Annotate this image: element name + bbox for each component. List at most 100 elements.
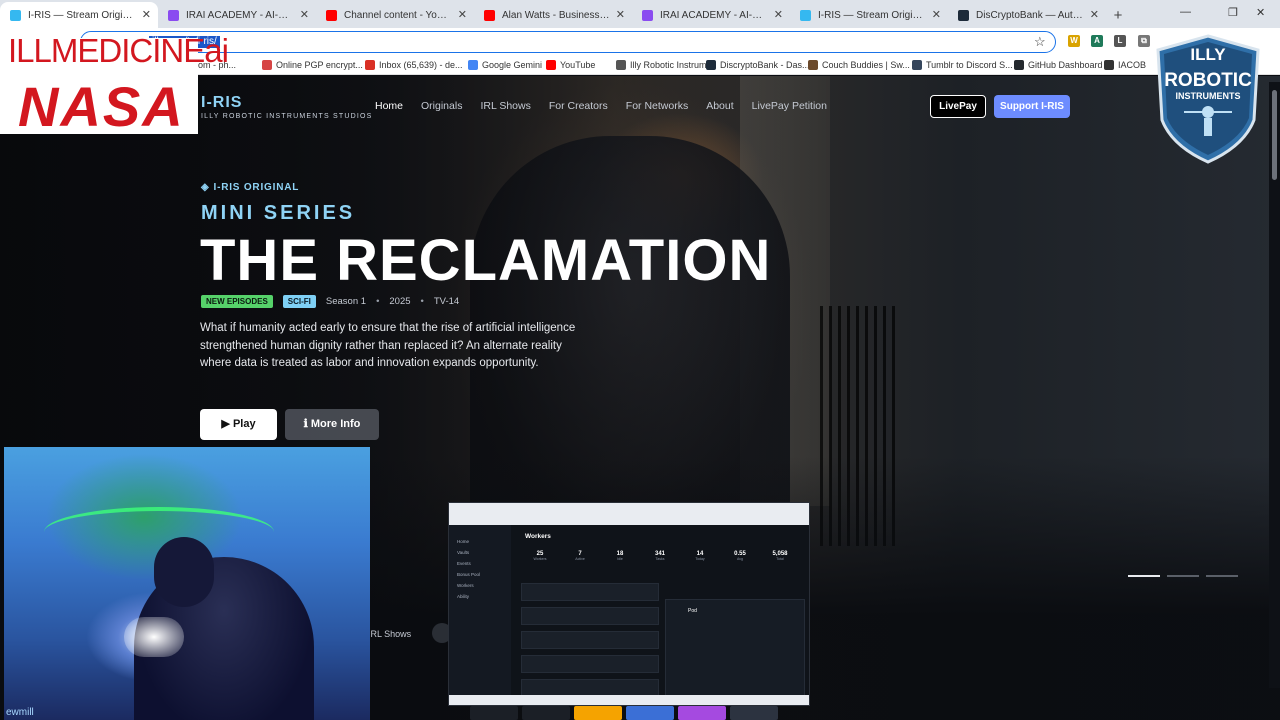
more-info-button[interactable]: ℹ More Info: [285, 409, 379, 440]
scrollbar-thumb[interactable]: [1272, 90, 1277, 180]
slide-indicator[interactable]: [1206, 575, 1238, 577]
tab-close-icon[interactable]: ✕: [616, 8, 625, 21]
badge-logo-bottom: INSTRUMENTS: [1176, 91, 1241, 101]
tab-favicon-icon: [326, 10, 337, 21]
thumb-title: Workers: [525, 533, 551, 540]
hero-description: What if humanity acted early to ensure t…: [200, 322, 576, 369]
site-brand[interactable]: I-RIS ILLY ROBOTIC INSTRUMENTS STUDIOS: [201, 94, 373, 120]
restore-icon[interactable]: ❐: [1228, 6, 1238, 19]
extension-icon[interactable]: L: [1114, 35, 1126, 47]
nav-link-irl-shows[interactable]: IRL Shows: [480, 100, 530, 112]
eyebrow-text: I-RIS ORIGINAL: [213, 182, 300, 193]
bookmark-star-icon[interactable]: ☆: [1034, 34, 1046, 50]
tab-close-icon[interactable]: ✕: [458, 8, 467, 21]
nav-link-home[interactable]: Home: [375, 100, 403, 112]
season-label: Season 1: [325, 296, 367, 307]
dock-item[interactable]: [522, 706, 570, 720]
bookmark-label: GitHub Dashboard: [1028, 60, 1103, 70]
tab-close-icon[interactable]: ✕: [142, 8, 151, 21]
close-window-icon[interactable]: ✕: [1256, 6, 1265, 19]
minimize-icon[interactable]: —: [1180, 6, 1191, 18]
thumb-sidebar-item: Vaults: [457, 550, 470, 555]
thumb-stat-label: Workers: [533, 557, 547, 561]
slide-indicator[interactable]: [1167, 575, 1199, 577]
bookmark-label: YouTube: [560, 60, 596, 70]
browser-tab[interactable]: DisCryptoBank — Autonomous ✕: [948, 2, 1106, 28]
slide-indicator[interactable]: [1128, 575, 1160, 577]
year-label: 2025: [389, 296, 411, 307]
livepay-button[interactable]: LivePay: [930, 95, 986, 118]
hero-meta: NEW EPISODES SCI-FI Season 1 • 2025 • TV…: [201, 295, 459, 308]
extension-icon[interactable]: W: [1068, 35, 1080, 47]
support-button[interactable]: Support I-RIS: [994, 95, 1070, 118]
site-nav-links: Home Originals IRL Shows For Creators For Ne…: [375, 100, 845, 112]
tab-favicon-icon: [168, 10, 179, 21]
nav-link-for-networks[interactable]: For Networks: [626, 100, 688, 112]
new-tab-button[interactable]: +: [1106, 2, 1130, 28]
bookmark-item[interactable]: Inbox (65,639) - de...: [365, 60, 463, 70]
thumb-stat: 25 Workers: [521, 551, 559, 573]
browser-tab[interactable]: I-RIS — Stream Original Series ✕: [0, 2, 158, 28]
badge-logo-mid: ROBOTIC: [1164, 70, 1252, 91]
taskbar-dock: [470, 706, 790, 720]
row-title[interactable]: IRL Shows: [368, 629, 411, 639]
nasa-logo: NASA: [18, 75, 185, 138]
bookmark-icon: [262, 60, 272, 70]
bookmark-item[interactable]: Illy Robotic Instrum...: [616, 60, 714, 70]
nav-link-livepay-petition[interactable]: LivePay Petition: [752, 100, 827, 112]
bookmark-item[interactable]: GitHub Dashboard: [1014, 60, 1103, 70]
bookmark-item[interactable]: DiscryptoBank - Das...: [706, 60, 810, 70]
bookmark-item[interactable]: YouTube: [546, 60, 595, 70]
thumb-browser-chrome: [449, 503, 809, 525]
tab-title: Alan Watts - Business, Propaga: [502, 9, 610, 21]
tab-close-icon[interactable]: ✕: [1090, 8, 1099, 21]
extensions-puzzle-icon[interactable]: ⧉: [1138, 35, 1150, 47]
thumb-detail-card: Pod: [665, 599, 805, 705]
bookmark-item[interactable]: IACOB: [1104, 60, 1146, 70]
bookmark-icon: [912, 60, 922, 70]
bookmark-item[interactable]: Tumblr to Discord S...: [912, 60, 1013, 70]
layers-icon: ◈: [201, 182, 210, 193]
bookmark-label: IACOB: [1118, 60, 1147, 70]
webcam-person-head: [154, 537, 214, 607]
browser-tab[interactable]: IRAI ACADEMY - AI-Driven Dev ✕: [158, 2, 316, 28]
rating-label: TV-14: [433, 296, 460, 307]
dock-item[interactable]: [470, 706, 518, 720]
browser-tab[interactable]: Channel content - YouTube Stu ✕: [316, 2, 474, 28]
thumb-list-item: [521, 583, 659, 601]
webcam-overlay: [4, 447, 370, 720]
thumb-sidebar-item: Events: [457, 561, 471, 566]
tab-close-icon[interactable]: ✕: [774, 8, 783, 21]
browser-tab-bar: I-RIS — Stream Original Series✕IRAI ACAD…: [0, 0, 1280, 28]
tab-title: DisCryptoBank — Autonomous: [976, 9, 1084, 21]
bookmark-item[interactable]: Google Gemini: [468, 60, 542, 70]
nav-link-for-creators[interactable]: For Creators: [549, 100, 608, 112]
dock-item[interactable]: [626, 706, 674, 720]
thumb-list-item: [521, 607, 659, 625]
extension-icon[interactable]: A: [1091, 35, 1103, 47]
bookmark-icon: [468, 60, 478, 70]
thumb-sidebar-item: Home: [457, 539, 470, 544]
dock-item[interactable]: [678, 706, 726, 720]
play-button[interactable]: ▶ Play: [200, 409, 277, 440]
badge-logo-top: ILLY: [1190, 45, 1226, 64]
nav-link-originals[interactable]: Originals: [421, 100, 462, 112]
browser-tab[interactable]: IRAI ACADEMY - AI-Driven Dev ✕: [632, 2, 790, 28]
thumb-stat-label: Active: [575, 557, 585, 561]
tab-favicon-icon: [642, 10, 653, 21]
genre-badge: SCI-FI: [282, 295, 316, 308]
hero-eyebrow: ◈ I-RIS ORIGINAL: [201, 182, 299, 193]
bookmark-item[interactable]: Online PGP encrypt...: [262, 60, 363, 70]
page-scrollbar[interactable]: [1269, 82, 1280, 688]
tab-close-icon[interactable]: ✕: [932, 8, 941, 21]
dock-item[interactable]: [730, 706, 778, 720]
browser-tab[interactable]: I-RIS — Stream Original Series ✕: [790, 2, 948, 28]
bookmark-item[interactable]: Couch Buddies | Sw...: [808, 60, 910, 70]
thumb-list-item: [521, 631, 659, 649]
nav-link-about[interactable]: About: [706, 100, 733, 112]
thumb-stat-label: Tasks: [655, 557, 665, 561]
tab-close-icon[interactable]: ✕: [300, 8, 309, 21]
dock-item[interactable]: [574, 706, 622, 720]
browser-tab[interactable]: Alan Watts - Business, Propaga ✕: [474, 2, 632, 28]
bookmark-icon: [1014, 60, 1024, 70]
